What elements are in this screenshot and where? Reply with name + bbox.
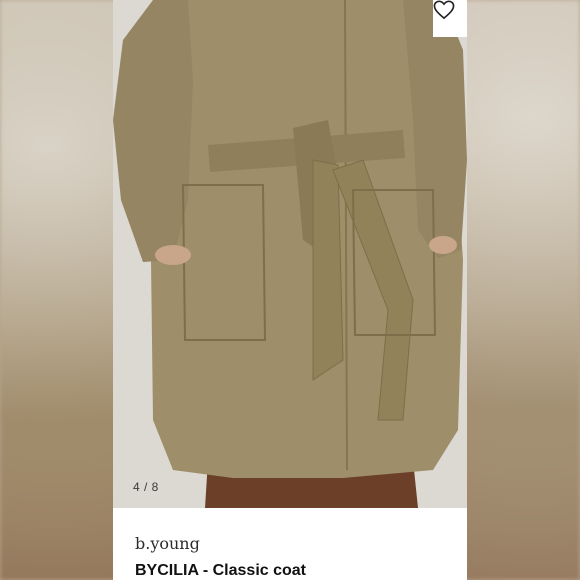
brand-name[interactable]: b.young xyxy=(135,534,200,553)
product-card[interactable]: 4 / 8 b.young BYCILIA - Classic coat xyxy=(113,0,467,580)
product-title[interactable]: BYCILIA - Classic coat xyxy=(135,562,306,580)
coat-image xyxy=(113,0,467,508)
product-photo[interactable]: 4 / 8 xyxy=(113,0,467,508)
heart-outline-icon xyxy=(433,0,455,20)
product-info: b.young BYCILIA - Classic coat xyxy=(113,508,467,580)
favorite-button[interactable] xyxy=(433,0,467,37)
gallery-counter: 4 / 8 xyxy=(133,480,159,494)
